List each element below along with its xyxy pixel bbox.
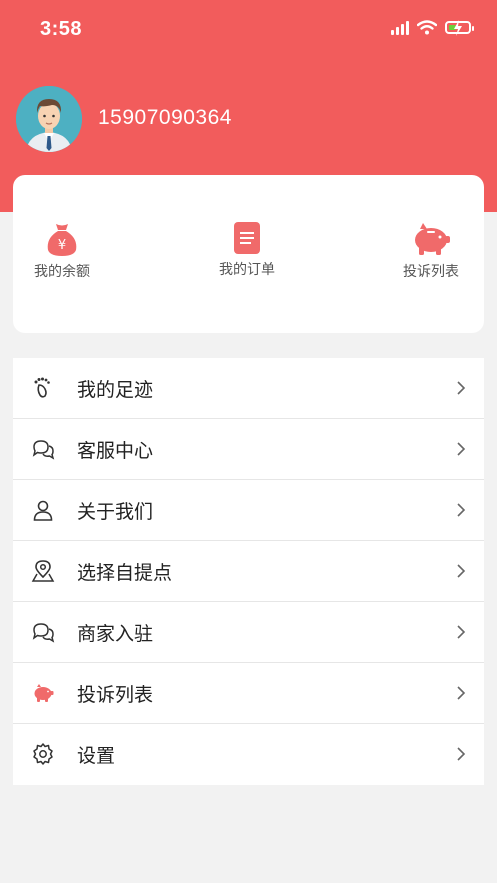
menu-item-complaints[interactable]: 投诉列表 <box>13 663 484 724</box>
piggy-bank-icon <box>415 223 450 255</box>
user-phone-number: 15907090364 <box>98 106 232 129</box>
footprint-icon <box>34 377 50 398</box>
menu-item-settings[interactable]: 设置 <box>13 724 484 785</box>
menu-item-label: 设置 <box>77 745 116 767</box>
piggy-bank-icon <box>34 684 54 702</box>
quick-action-complaints[interactable]: 投诉列表 <box>403 221 459 281</box>
quick-actions-card: ¥ 我的余额 我的订单 投诉列表 <box>13 175 484 333</box>
menu-item-footprints[interactable]: 我的足迹 <box>13 358 484 419</box>
menu-item-customer-service[interactable]: 客服中心 <box>13 419 484 480</box>
chevron-right-icon <box>457 503 466 517</box>
gear-icon <box>33 743 53 765</box>
menu-item-label: 关于我们 <box>77 500 154 523</box>
user-avatar-icon <box>16 86 82 152</box>
quick-action-label: 我的余额 <box>34 264 90 280</box>
menu-item-about-us[interactable]: 关于我们 <box>13 480 484 541</box>
chevron-right-icon <box>457 381 466 395</box>
signal-icon <box>391 20 409 35</box>
battery-icon <box>445 20 474 36</box>
menu-item-label: 我的足迹 <box>77 378 154 401</box>
quick-action-label: 投诉列表 <box>403 264 459 280</box>
person-icon <box>33 500 53 521</box>
status-time: 3:58 <box>40 18 83 40</box>
chevron-right-icon <box>457 686 466 700</box>
menu-item-label: 选择自提点 <box>77 561 173 584</box>
menu-item-pickup-point[interactable]: 选择自提点 <box>13 541 484 602</box>
menu-item-merchant-join[interactable]: 商家入驻 <box>13 602 484 663</box>
svg-text:¥: ¥ <box>58 238 66 253</box>
chat-bubbles-icon <box>32 440 55 460</box>
quick-action-balance[interactable]: ¥ 我的余额 <box>34 221 90 281</box>
chat-bubbles-icon <box>32 623 55 643</box>
quick-action-label: 我的订单 <box>219 262 275 278</box>
status-bar: 3:58 <box>0 0 497 60</box>
chevron-right-icon <box>457 625 466 639</box>
status-icons <box>391 20 474 36</box>
order-document-icon <box>234 222 260 254</box>
location-pin-icon <box>31 560 55 582</box>
menu-item-label: 商家入驻 <box>77 622 154 645</box>
money-bag-icon: ¥ <box>47 224 77 256</box>
chevron-right-icon <box>457 747 466 761</box>
chevron-right-icon <box>457 564 466 578</box>
avatar[interactable] <box>16 86 82 152</box>
quick-action-orders[interactable]: 我的订单 <box>219 221 275 279</box>
chevron-right-icon <box>457 442 466 456</box>
menu-item-label: 客服中心 <box>77 439 154 462</box>
wifi-icon <box>417 20 437 35</box>
menu-list: 我的足迹 客服中心 关于我们 选择自提点 商家入驻 投诉列表 设置 <box>13 358 484 785</box>
menu-item-label: 投诉列表 <box>77 683 154 706</box>
